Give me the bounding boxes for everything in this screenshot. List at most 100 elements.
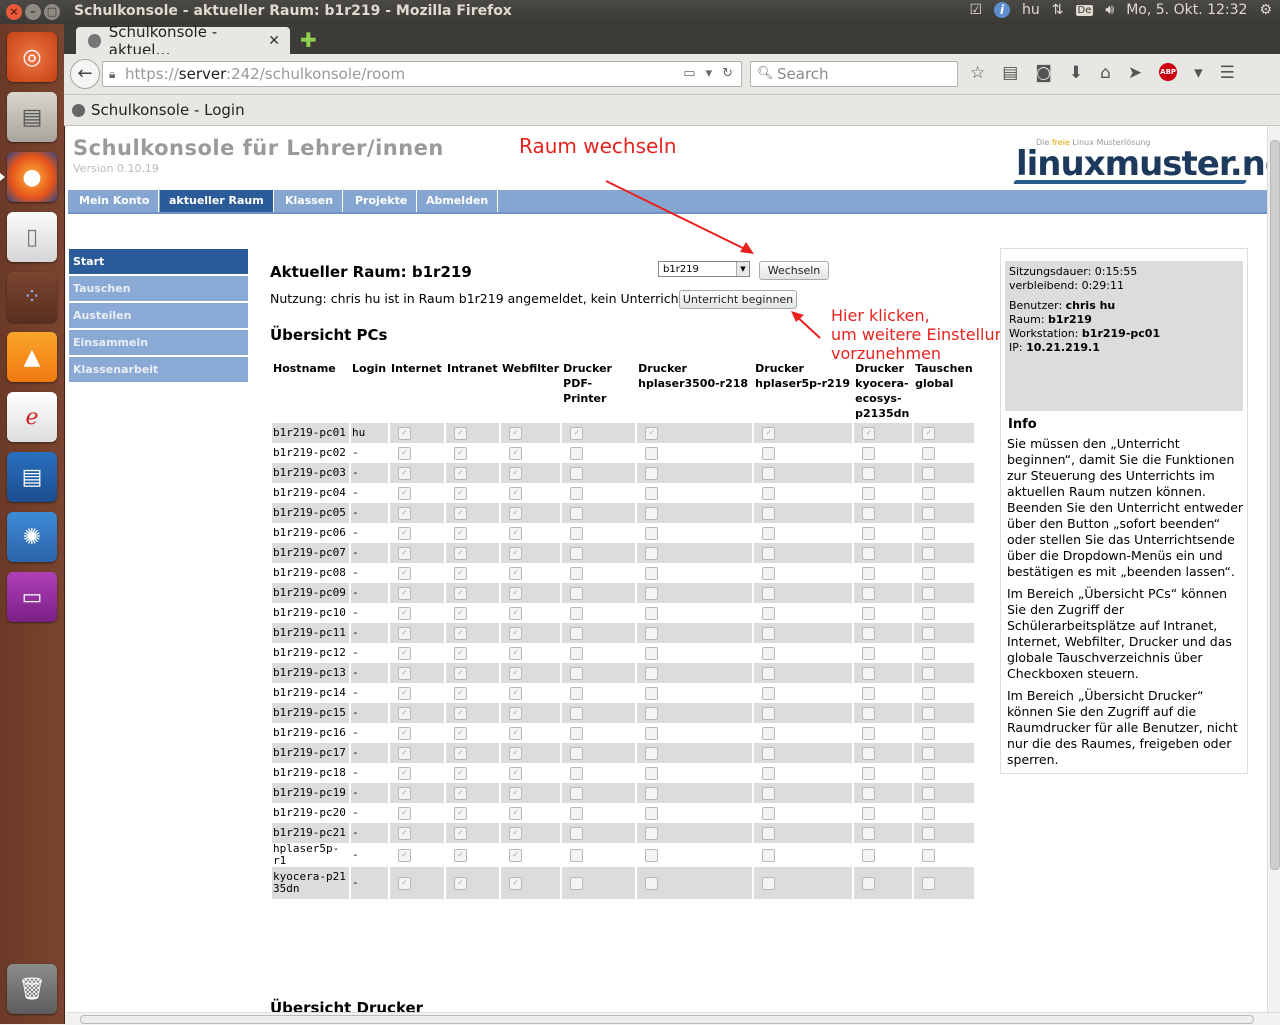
nav-mein-konto[interactable]: Mein Konto [70, 190, 160, 212]
internet-checkbox[interactable]: ✓ [398, 586, 411, 600]
keyboard-layout-indicator[interactable]: De [1075, 4, 1094, 16]
drucker-pdf-checkbox[interactable] [570, 746, 584, 760]
intranet-checkbox[interactable]: ✓ [454, 876, 467, 890]
nav-aktueller-raum[interactable]: aktueller Raum [160, 190, 274, 212]
drucker-hplaser5p-checkbox[interactable] [762, 446, 776, 460]
intranet-checkbox[interactable]: ✓ [454, 626, 467, 640]
webfilter-checkbox[interactable]: ✓ [509, 876, 522, 890]
drucker-hplaser5p-checkbox[interactable]: ✓ [762, 426, 776, 440]
pocket-icon[interactable]: ◙ [1035, 63, 1052, 83]
reader-view-icon[interactable]: ▭ [683, 62, 695, 86]
reload-icon[interactable]: ↻ [722, 62, 733, 86]
drucker-kyocera-checkbox[interactable] [862, 706, 876, 720]
search-bar[interactable]: 🔍︎ Search [750, 61, 958, 87]
intranet-checkbox[interactable]: ✓ [454, 586, 467, 600]
internet-checkbox[interactable]: ✓ [398, 786, 411, 800]
internet-checkbox[interactable]: ✓ [398, 646, 411, 660]
drucker-hplaser3500-checkbox[interactable] [645, 826, 659, 840]
intranet-checkbox[interactable]: ✓ [454, 826, 467, 840]
pdf-viewer-icon[interactable]: ℯ [7, 392, 57, 442]
url-bar[interactable]: 🔒︎ https://server:242/schulkonsole/room … [102, 61, 742, 87]
language-indicator[interactable]: hu [1022, 2, 1040, 18]
webfilter-checkbox[interactable]: ✓ [509, 426, 522, 440]
internet-checkbox[interactable]: ✓ [398, 666, 411, 680]
intranet-checkbox[interactable]: ✓ [454, 726, 467, 740]
drucker-hplaser3500-checkbox[interactable] [645, 606, 659, 620]
info-indicator-icon[interactable]: i [994, 2, 1011, 18]
intranet-checkbox[interactable]: ✓ [454, 746, 467, 760]
back-button[interactable]: ← [70, 59, 100, 89]
tauschen-global-checkbox[interactable] [922, 466, 936, 480]
webfilter-checkbox[interactable]: ✓ [509, 786, 522, 800]
tauschen-global-checkbox[interactable] [922, 726, 936, 740]
shutter-icon[interactable]: ✺ [7, 512, 57, 562]
drucker-pdf-checkbox[interactable] [570, 666, 584, 680]
internet-checkbox[interactable]: ✓ [398, 726, 411, 740]
drucker-hplaser5p-checkbox[interactable] [762, 486, 776, 500]
internet-checkbox[interactable]: ✓ [398, 546, 411, 560]
intranet-checkbox[interactable]: ✓ [454, 506, 467, 520]
drucker-kyocera-checkbox[interactable] [862, 626, 876, 640]
tauschen-global-checkbox[interactable]: ✓ [922, 426, 936, 440]
drucker-hplaser3500-checkbox[interactable] [645, 566, 659, 580]
tauschen-global-checkbox[interactable] [922, 706, 936, 720]
drucker-kyocera-checkbox[interactable] [862, 766, 876, 780]
internet-checkbox[interactable]: ✓ [398, 848, 411, 862]
drucker-pdf-checkbox[interactable] [570, 706, 584, 720]
drucker-pdf-checkbox[interactable] [570, 626, 584, 640]
drucker-pdf-checkbox[interactable] [570, 806, 584, 820]
tauschen-global-checkbox[interactable] [922, 486, 936, 500]
tauschen-global-checkbox[interactable] [922, 686, 936, 700]
bookmarks-list-icon[interactable]: ▤ [1002, 63, 1018, 83]
bookmark-item[interactable]: Schulkonsole - Login [72, 101, 245, 119]
network-icon[interactable]: ⇅ [1052, 2, 1064, 18]
clock[interactable]: Mo, 5. Okt. 12:32 [1126, 2, 1247, 18]
drucker-hplaser5p-checkbox[interactable] [762, 546, 776, 560]
webfilter-checkbox[interactable]: ✓ [509, 446, 522, 460]
drucker-hplaser3500-checkbox[interactable] [645, 466, 659, 480]
drucker-hplaser3500-checkbox[interactable] [645, 848, 659, 862]
files-icon[interactable]: ▤ [7, 92, 57, 142]
writer-icon[interactable]: ▤ [7, 452, 57, 502]
drucker-hplaser5p-checkbox[interactable] [762, 606, 776, 620]
drucker-pdf-checkbox[interactable] [570, 466, 584, 480]
nav-projekte[interactable]: Projekte [346, 190, 418, 212]
intranet-checkbox[interactable]: ✓ [454, 806, 467, 820]
adblock-dropdown-icon[interactable]: ▾ [1194, 63, 1203, 83]
vlc-icon[interactable]: ▲ [7, 332, 57, 382]
webfilter-checkbox[interactable]: ✓ [509, 486, 522, 500]
drucker-hplaser3500-checkbox[interactable] [645, 646, 659, 660]
hscrollbar-thumb[interactable] [80, 1015, 1254, 1024]
drucker-kyocera-checkbox[interactable] [862, 746, 876, 760]
adblock-icon[interactable]: ABP [1159, 63, 1178, 81]
tauschen-global-checkbox[interactable] [922, 546, 936, 560]
window-maximize-button[interactable]: □ [44, 4, 60, 20]
drucker-hplaser3500-checkbox[interactable] [645, 706, 659, 720]
drucker-hplaser5p-checkbox[interactable] [762, 726, 776, 740]
nav-klassen[interactable]: Klassen [276, 190, 344, 212]
drucker-pdf-checkbox[interactable] [570, 526, 584, 540]
tauschen-global-checkbox[interactable] [922, 646, 936, 660]
drucker-hplaser3500-checkbox[interactable] [645, 726, 659, 740]
tauschen-global-checkbox[interactable] [922, 566, 936, 580]
webfilter-checkbox[interactable]: ✓ [509, 726, 522, 740]
send-icon[interactable]: ➤ [1128, 63, 1142, 83]
drucker-kyocera-checkbox[interactable]: ✓ [862, 426, 876, 440]
trash-icon[interactable]: 🗑︎ [7, 964, 57, 1014]
drucker-hplaser5p-checkbox[interactable] [762, 876, 776, 890]
webfilter-checkbox[interactable]: ✓ [509, 646, 522, 660]
drucker-kyocera-checkbox[interactable] [862, 486, 876, 500]
drucker-pdf-checkbox[interactable] [570, 566, 584, 580]
settings-gear-icon[interactable]: ⚙ [1259, 2, 1272, 18]
intranet-checkbox[interactable]: ✓ [454, 848, 467, 862]
intranet-checkbox[interactable]: ✓ [454, 546, 467, 560]
drucker-kyocera-checkbox[interactable] [862, 786, 876, 800]
drucker-hplaser5p-checkbox[interactable] [762, 666, 776, 680]
sidenav-einsammeln[interactable]: Einsammeln [69, 330, 248, 355]
internet-checkbox[interactable]: ✓ [398, 746, 411, 760]
drucker-hplaser5p-checkbox[interactable] [762, 506, 776, 520]
menu-hamburger-icon[interactable]: ☰ [1220, 63, 1235, 83]
drucker-hplaser5p-checkbox[interactable] [762, 686, 776, 700]
browser-tab[interactable]: Schulkonsole - aktuel… ✕ [76, 23, 290, 59]
intranet-checkbox[interactable]: ✓ [454, 446, 467, 460]
